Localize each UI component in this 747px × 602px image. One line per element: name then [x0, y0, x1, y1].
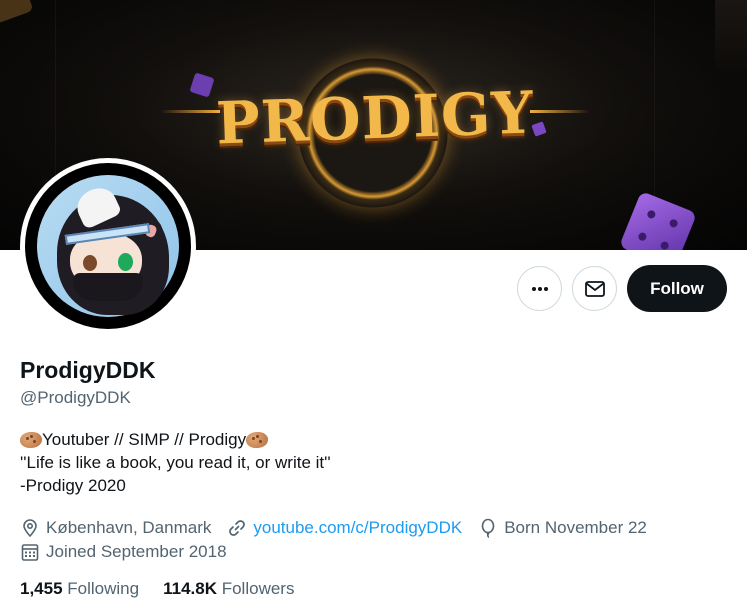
bio-line-1-text: Youtuber // SIMP // Prodigy	[42, 430, 247, 449]
bio-line-3: -Prodigy 2020	[20, 476, 126, 495]
link-icon	[229, 520, 246, 536]
display-name: ProdigyDDK	[20, 357, 156, 383]
website-item: youtube.com/c/ProdigyDDK	[227, 518, 462, 538]
username-handle: @ProdigyDDK	[20, 388, 131, 407]
balloon-icon	[481, 518, 495, 538]
website-link[interactable]: youtube.com/c/ProdigyDDK	[253, 518, 462, 538]
banner-logo-text: PRODIGY	[215, 78, 535, 158]
more-horizontal-icon	[531, 286, 548, 291]
follow-stats: 1,455 Following 114.8K Followers	[20, 579, 318, 599]
more-button[interactable]	[517, 266, 562, 311]
location-item: København, Danmark	[20, 518, 211, 538]
birthday-item: Born November 22	[478, 518, 647, 538]
followers-label: Followers	[221, 579, 295, 598]
joined-text: Joined September 2018	[46, 542, 227, 561]
banner-pillar	[715, 0, 747, 70]
avatar-image	[25, 163, 191, 329]
birthday-text: Born November 22	[504, 518, 647, 537]
profile-bio: Youtuber // SIMP // Prodigy ''Life is li…	[20, 428, 331, 497]
profile-meta: København, Danmark youtube.com/c/Prodigy…	[20, 516, 663, 564]
following-count: 1,455	[20, 579, 63, 598]
potato-emoji-icon	[20, 431, 42, 448]
location-text: København, Danmark	[46, 518, 212, 537]
following-label: Following	[67, 579, 140, 598]
message-button[interactable]	[572, 266, 617, 311]
following-link[interactable]: 1,455 Following	[20, 579, 139, 599]
avatar[interactable]	[20, 158, 196, 334]
followers-count: 114.8K	[163, 579, 217, 598]
potato-emoji-icon	[246, 431, 269, 448]
location-pin-icon	[23, 519, 37, 538]
calendar-icon	[21, 544, 39, 561]
envelope-icon	[584, 280, 605, 297]
follow-button[interactable]: Follow	[627, 265, 727, 312]
bio-line-2: ''Life is like a book, you read it, or w…	[20, 453, 331, 472]
bio-line-1: Youtuber // SIMP // Prodigy	[20, 428, 331, 451]
joined-item: Joined September 2018	[20, 542, 227, 562]
followers-link[interactable]: 114.8K Followers	[163, 579, 294, 599]
